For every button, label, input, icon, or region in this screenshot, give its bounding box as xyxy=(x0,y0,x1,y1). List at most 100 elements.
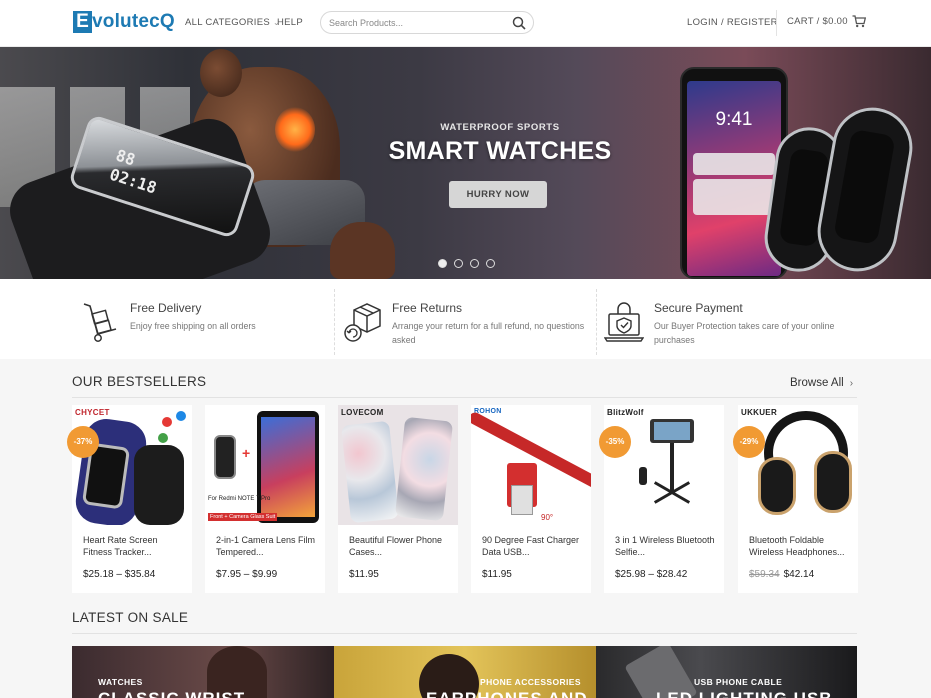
selfie-stick-pole xyxy=(670,443,674,493)
browse-all-link[interactable]: Browse All › xyxy=(790,377,853,389)
product-image[interactable]: CHYCET xyxy=(72,405,192,525)
product-image[interactable]: UKKUER xyxy=(738,405,858,525)
feature-bubble xyxy=(158,433,168,443)
latest-on-sale-title: LATEST ON SALE xyxy=(72,610,189,625)
hero-phone-time: 9:41 xyxy=(715,109,753,130)
product-image[interactable]: BlitzWolf xyxy=(604,405,724,525)
usb-plug xyxy=(511,485,533,515)
product-brand: LOVECOM xyxy=(341,408,384,417)
hand-truck-icon xyxy=(83,303,117,342)
secure-laptop-icon xyxy=(604,302,644,342)
hero-phone-notification xyxy=(693,153,775,175)
product-brand: BlitzWolf xyxy=(607,408,644,417)
phone-holder-screen xyxy=(654,422,690,440)
hero-content: WATERPROOF SPORTS SMART WATCHES HURRY NO… xyxy=(380,47,620,279)
product-price: $11.95 xyxy=(482,569,512,580)
return-box-icon xyxy=(344,303,381,342)
feature-divider xyxy=(596,289,597,355)
sale-banner-phone-accessories[interactable]: PHONE ACCESSORIES EARPHONES AND xyxy=(334,646,596,698)
headphone-earcup xyxy=(814,451,852,513)
product-name[interactable]: 2-in-1 Camera Lens Film Tempered... xyxy=(216,535,318,558)
slider-dot-1[interactable] xyxy=(438,259,447,268)
feature-description: Enjoy free shipping on all orders xyxy=(130,321,256,331)
product-name[interactable]: Beautiful Flower Phone Cases... xyxy=(349,535,451,558)
product-caption: For Redmi NOTE 7 Pro xyxy=(208,496,271,502)
product-image[interactable]: + For Redmi NOTE 7 Pro Front + Camera Gl… xyxy=(205,405,325,525)
cart-label: CART / $0.00 xyxy=(787,16,848,27)
feature-bubble xyxy=(162,417,172,427)
login-register-link[interactable]: LOGIN / REGISTER xyxy=(687,17,778,28)
product-card[interactable]: BlitzWolf -35% 3 in 1 Wireless Bluetooth… xyxy=(599,405,724,593)
product-price: $25.98 – $28.42 xyxy=(615,569,688,580)
phone-screen xyxy=(261,417,315,517)
nav-help[interactable]: HELP xyxy=(277,17,303,28)
sale-banner-headline: EARPHONES AND xyxy=(426,689,596,698)
sale-banner-usb-cable[interactable]: USB PHONE CABLE LED LIGHTING USB xyxy=(596,646,857,698)
product-card[interactable]: + For Redmi NOTE 7 Pro Front + Camera Gl… xyxy=(205,405,325,593)
camera-lens-film xyxy=(214,435,236,479)
section-divider xyxy=(72,633,857,634)
remote-shutter xyxy=(639,467,647,485)
feature-title: Free Returns xyxy=(392,301,463,315)
nav-all-categories-label: ALL CATEGORIES xyxy=(185,17,270,28)
cart-link[interactable]: CART / $0.00 xyxy=(787,15,866,28)
sale-banner-category: PHONE ACCESSORIES xyxy=(480,677,581,687)
nav-all-categories[interactable]: ALL CATEGORIES ⌄ xyxy=(185,17,280,28)
product-card[interactable]: UKKUER -29% Bluetooth Foldable Wireless … xyxy=(733,405,858,593)
product-brand: UKKUER xyxy=(741,408,778,417)
product-image[interactable]: LOVECOM xyxy=(338,405,458,525)
feature-title: Free Delivery xyxy=(130,301,202,315)
sale-banner-category: USB PHONE CABLE xyxy=(694,677,783,687)
feature-description: Arrange your return for a full refund, n… xyxy=(392,321,585,345)
feature-description: Our Buyer Protection takes care of your … xyxy=(654,321,835,345)
logo-initial: E xyxy=(73,11,92,33)
product-price: $42.14 xyxy=(783,569,815,580)
product-name[interactable]: 90 Degree Fast Charger Data USB... xyxy=(482,535,584,558)
search-box xyxy=(320,11,534,34)
product-name[interactable]: 3 in 1 Wireless Bluetooth Selfie... xyxy=(615,535,717,558)
product-card[interactable]: LOVECOM Beautiful Flower Phone Cases... … xyxy=(338,405,458,593)
hero-band-right xyxy=(811,101,919,278)
hero-title: SMART WATCHES xyxy=(388,137,612,165)
discount-badge: -35% xyxy=(599,426,631,458)
slider-dots xyxy=(438,259,495,268)
sale-banner-category: WATCHES xyxy=(98,677,143,687)
logo-text: volutecQ xyxy=(92,11,175,32)
feature-free-delivery: Free Delivery Enjoy free shipping on all… xyxy=(80,297,342,347)
section-divider xyxy=(72,397,857,398)
site-logo[interactable]: E volutecQ xyxy=(73,10,175,34)
product-name[interactable]: Bluetooth Foldable Wireless Headphones..… xyxy=(749,535,851,558)
hero-slider[interactable]: 88 02:18 9:41 WATERPROOF SPORTS SMART WAT… xyxy=(0,47,931,279)
search-icon[interactable] xyxy=(512,16,526,30)
product-caption-tag: Front + Camera Glass Suit xyxy=(208,513,278,521)
product-price: $7.95 – $9.99 xyxy=(216,569,278,580)
product-old-price: $59.34 xyxy=(749,569,780,580)
slider-dot-3[interactable] xyxy=(470,259,479,268)
feature-title: Secure Payment xyxy=(654,301,743,315)
hurry-now-button[interactable]: HURRY NOW xyxy=(449,181,547,208)
hero-heart-glow xyxy=(275,107,315,152)
bestsellers-title: OUR BESTSELLERS xyxy=(72,374,207,389)
feature-secure-payment: Secure Payment Our Buyer Protection take… xyxy=(604,297,866,347)
product-card[interactable]: ROHON 90° 90 Degree Fast Charger Data US… xyxy=(471,405,591,593)
cart-icon xyxy=(852,15,866,28)
discount-badge: -37% xyxy=(67,426,99,458)
phone-case-floral xyxy=(394,416,454,522)
features-bar: Free Delivery Enjoy free shipping on all… xyxy=(0,279,931,359)
feature-divider xyxy=(334,289,335,355)
sale-banner-headline: LED LIGHTING USB xyxy=(656,689,857,698)
product-card[interactable]: CHYCET -37% Heart Rate Screen Fitness Tr… xyxy=(67,405,192,593)
product-price: $25.18 – $35.84 xyxy=(83,569,156,580)
product-name[interactable]: Heart Rate Screen Fitness Tracker... xyxy=(83,535,185,558)
search-input[interactable] xyxy=(329,15,509,31)
sale-banner-watches[interactable]: WATCHES CLASSIC WRIST xyxy=(72,646,334,698)
product-price: $11.95 xyxy=(349,569,379,580)
sale-banner-headline: CLASSIC WRIST xyxy=(98,689,334,698)
product-image[interactable]: ROHON 90° xyxy=(471,405,591,525)
hero-subtitle: WATERPROOF SPORTS xyxy=(440,122,560,133)
hero-band-right-screen xyxy=(833,128,896,245)
slider-dot-2[interactable] xyxy=(454,259,463,268)
tracker-band-black xyxy=(134,445,184,525)
slider-dot-4[interactable] xyxy=(486,259,495,268)
hero-phone-notification xyxy=(693,179,775,215)
